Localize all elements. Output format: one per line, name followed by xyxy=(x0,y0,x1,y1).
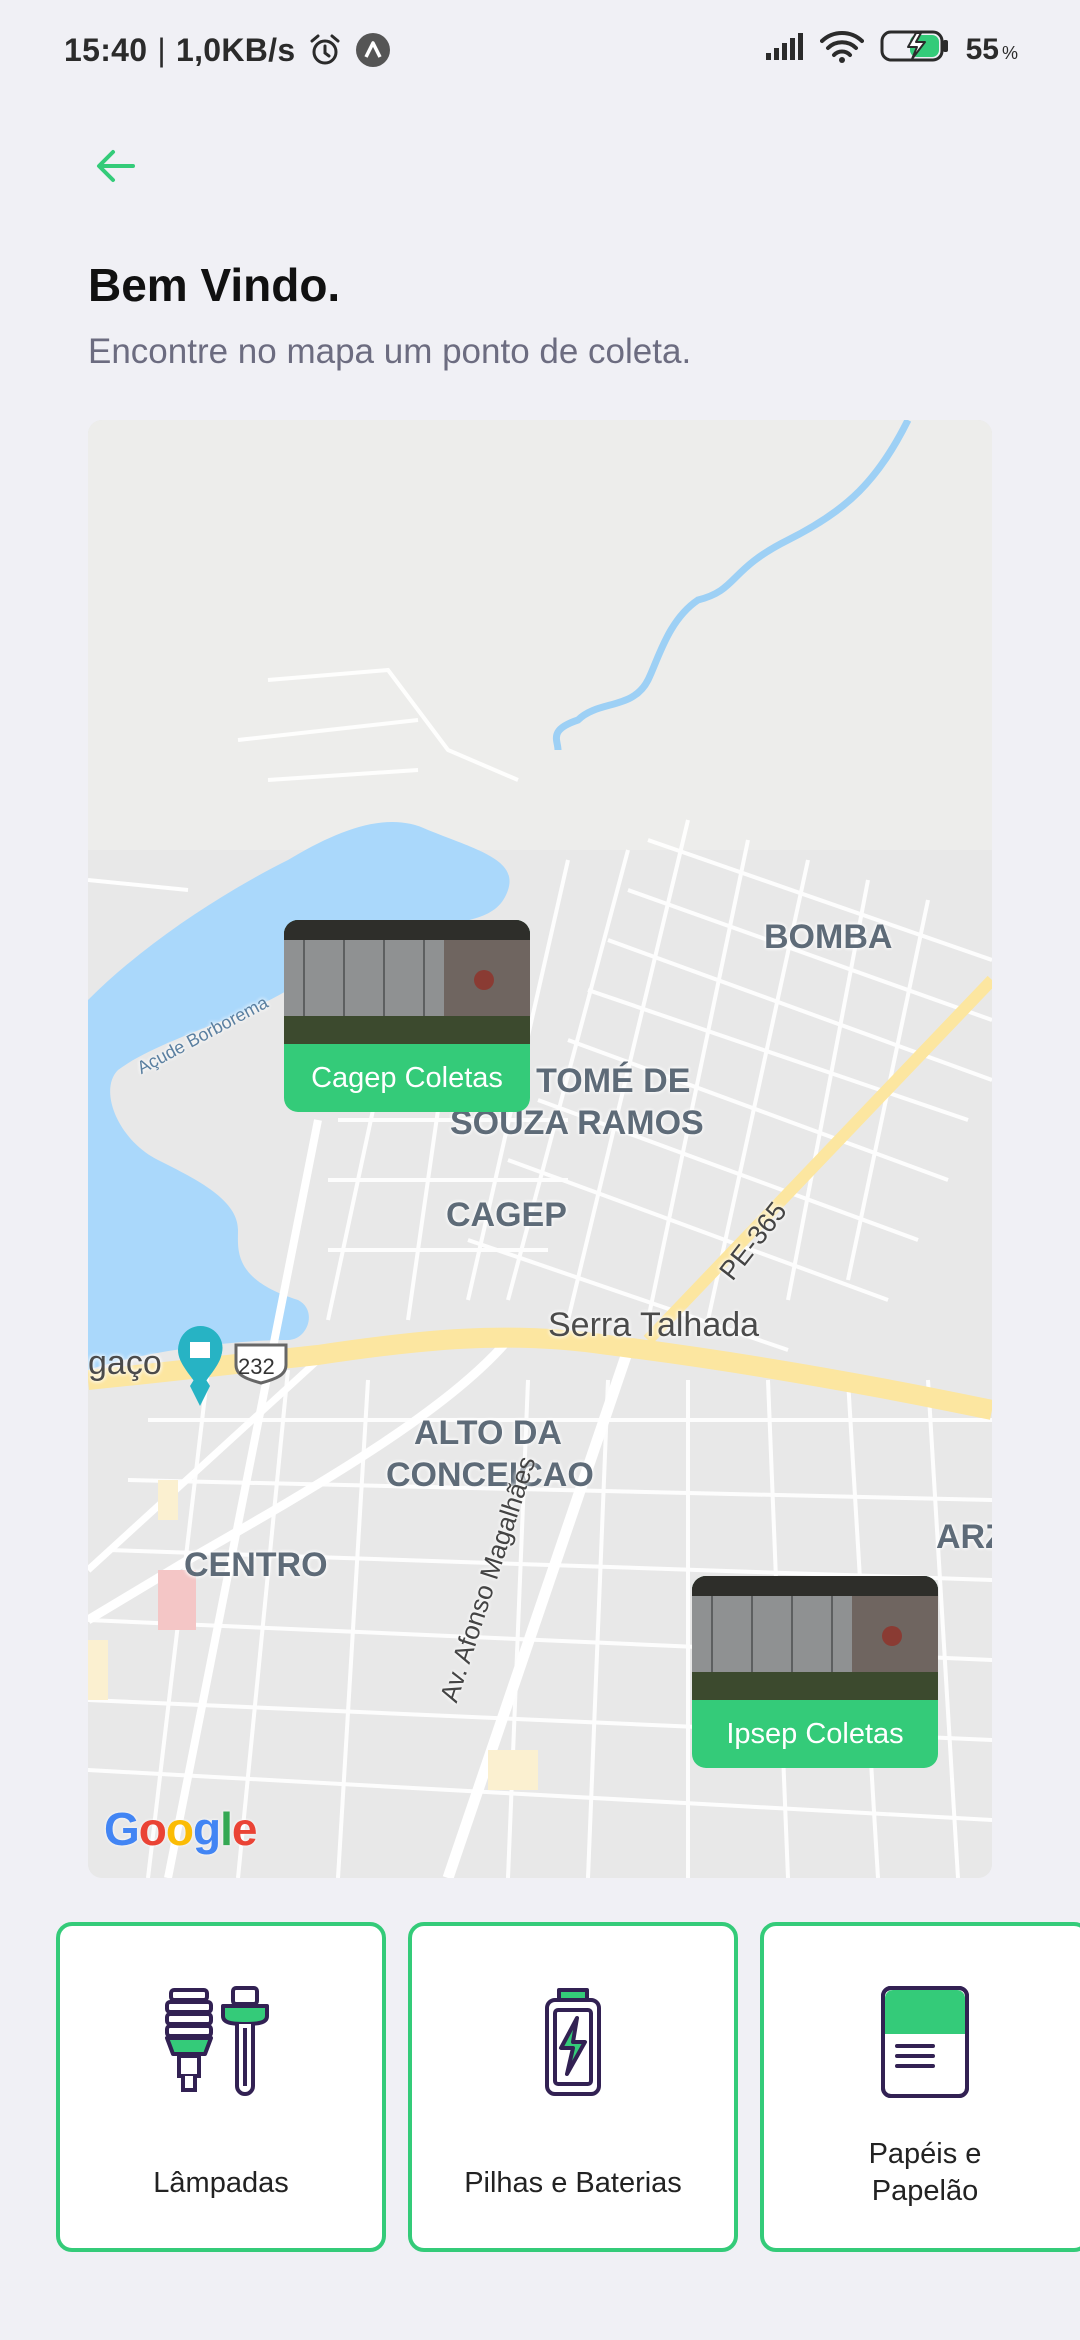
alarm-icon xyxy=(307,32,343,68)
google-logo: Google xyxy=(104,1803,257,1855)
wifi-icon xyxy=(819,29,864,71)
status-time: 15:40 xyxy=(64,31,148,68)
page-subtitle: Encontre no mapa um ponto de coleta. xyxy=(88,332,692,371)
paper-icon xyxy=(764,1984,1080,2100)
item-label: Pilhas e Baterias xyxy=(464,2167,682,2199)
status-left: 15:40 | 1,0KB/s xyxy=(64,32,391,69)
app-notification-icon xyxy=(355,32,391,68)
map-marker-cagep[interactable]: Cagep Coletas xyxy=(284,920,530,1112)
map-label-serra-talhada: Serra Talhada xyxy=(548,1306,760,1344)
back-button[interactable] xyxy=(88,138,144,194)
signal-icon xyxy=(764,31,804,69)
map-label-cut-left: gaço xyxy=(88,1344,162,1382)
status-separator: | xyxy=(157,31,166,68)
map-label-alto-line2: CONCEICAO xyxy=(386,1456,594,1494)
item-label: Papéis e Papelão xyxy=(868,2138,982,2207)
arrow-left-icon xyxy=(97,150,135,182)
item-pilhas-baterias[interactable]: Pilhas e Baterias xyxy=(408,1922,738,2252)
item-lampadas[interactable]: Lâmpadas xyxy=(56,1922,386,2252)
marker-photo xyxy=(284,920,530,1044)
map-label-tome-line1: É TOMÉ DE xyxy=(504,1062,691,1100)
battery-icon xyxy=(412,1984,734,2100)
map-label-bomba: BOMBA xyxy=(764,918,893,956)
item-label: Lâmpadas xyxy=(153,2167,289,2199)
status-net-speed: 1,0KB/s xyxy=(175,31,296,68)
map-label-centro: CENTRO xyxy=(184,1546,328,1584)
map-label-br232: 232 xyxy=(238,1354,275,1379)
marker-photo xyxy=(692,1576,938,1700)
marker-label: Cagep Coletas xyxy=(311,1061,503,1094)
battery-status-icon xyxy=(880,29,950,71)
map-view[interactable]: BOMBA É TOMÉ DE SOUZA RAMOS CAGEP Serra … xyxy=(88,420,992,1878)
battery-percent: 55% xyxy=(965,33,1018,66)
lamps-icon xyxy=(60,1984,382,2100)
status-right: 55% xyxy=(764,29,1018,71)
marker-label: Ipsep Coletas xyxy=(726,1717,904,1750)
map-label-cut-right: ARZ xyxy=(936,1518,992,1556)
page-title: Bem Vindo. xyxy=(88,259,341,311)
map-label-alto-line1: ALTO DA xyxy=(414,1414,562,1452)
map-marker-ipsep[interactable]: Ipsep Coletas xyxy=(692,1576,938,1768)
item-papeis-papelao[interactable]: Papéis e Papelão xyxy=(760,1922,1080,2252)
status-bar: 15:40 | 1,0KB/s 55% xyxy=(0,0,1080,100)
map-label-cagep: CAGEP xyxy=(446,1196,567,1234)
items-list: Lâmpadas Pilhas e Baterias Papéis e Pape… xyxy=(56,1922,1080,2252)
